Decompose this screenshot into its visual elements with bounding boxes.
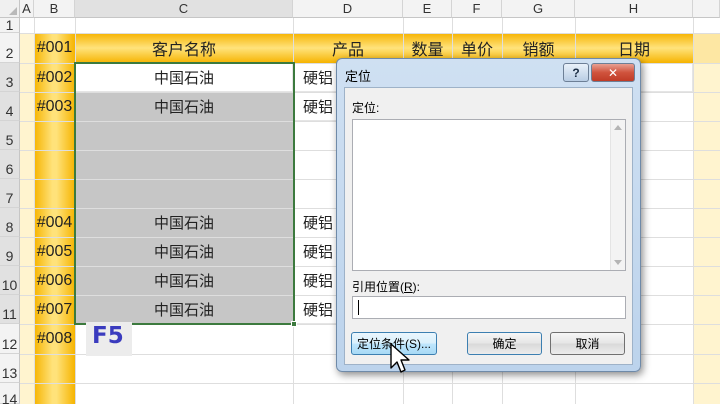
column-header-h[interactable]: H (575, 0, 693, 18)
row-header-13[interactable]: 13 (0, 354, 20, 383)
listbox-scrollbar[interactable] (610, 120, 625, 270)
row-header-4[interactable]: 4 (0, 92, 20, 121)
column-header-i[interactable] (693, 0, 720, 18)
id-cell[interactable]: #003 (34, 92, 75, 121)
id-cell[interactable]: #007 (34, 295, 75, 324)
ok-button[interactable]: 确定 (467, 332, 542, 355)
column-header-e[interactable]: E (403, 0, 452, 18)
goto-label: 定位: (352, 101, 380, 115)
close-icon: ✕ (607, 65, 619, 80)
dialog-title: 定位 (345, 69, 372, 84)
row-header-11[interactable]: 11 (0, 295, 20, 324)
id-cell[interactable]: #006 (34, 266, 75, 295)
row-header-1[interactable]: 1 (0, 18, 20, 33)
column-header-f[interactable]: F (452, 0, 502, 18)
text-caret (358, 300, 359, 315)
reference-label: 引用位置(R): (352, 280, 421, 294)
help-button[interactable]: ? (563, 63, 589, 82)
id-cell[interactable]: #005 (34, 237, 75, 266)
column-header-d[interactable]: D (293, 0, 403, 18)
id-cell[interactable]: #001 (34, 33, 75, 63)
row-header-2[interactable]: 2 (0, 33, 20, 63)
right-fill (693, 33, 720, 404)
row-header-8[interactable]: 8 (0, 208, 20, 237)
row-header-12[interactable]: 12 (0, 324, 20, 354)
header-customer[interactable]: 客户名称 (75, 33, 293, 63)
fill-handle[interactable] (291, 321, 297, 327)
row-header-7[interactable]: 7 (0, 179, 20, 208)
column-header-c[interactable]: C (75, 0, 293, 18)
row-header-3[interactable]: 3 (0, 63, 20, 92)
row-header-10[interactable]: 10 (0, 266, 20, 295)
help-icon: ? (572, 65, 580, 80)
dialog-body: 定位: 引用位置(R): 定位条件(S)... 确定 取消 (344, 87, 633, 365)
reference-input[interactable] (352, 296, 626, 319)
goto-listbox[interactable] (352, 119, 626, 271)
keyboard-hint: F5 (92, 323, 124, 349)
cancel-button[interactable]: 取消 (550, 332, 625, 355)
mouse-pointer-icon (390, 343, 410, 373)
row-header-6[interactable]: 6 (0, 150, 20, 179)
id-cell[interactable]: #004 (34, 208, 75, 237)
id-cell[interactable]: #008 (34, 324, 75, 354)
scroll-up-icon[interactable] (614, 125, 622, 130)
column-header-a[interactable]: A (20, 0, 34, 18)
id-cell[interactable]: #002 (34, 63, 75, 92)
select-all-corner[interactable] (0, 0, 20, 18)
scroll-down-icon[interactable] (614, 260, 622, 265)
column-header-b[interactable]: B (34, 0, 75, 18)
right-header-fill (693, 33, 720, 63)
selection-border (74, 62, 295, 325)
goto-dialog[interactable]: 定位 ? ✕ 定位: 引用位置(R): 定位条件(S)... 确定 取消 (336, 58, 641, 372)
row-header-9[interactable]: 9 (0, 237, 20, 266)
close-button[interactable]: ✕ (591, 63, 635, 82)
column-a-fill (20, 33, 34, 404)
column-header-g[interactable]: G (502, 0, 575, 18)
row-header-14[interactable]: 14 (0, 383, 20, 404)
row-header-5[interactable]: 5 (0, 121, 20, 150)
